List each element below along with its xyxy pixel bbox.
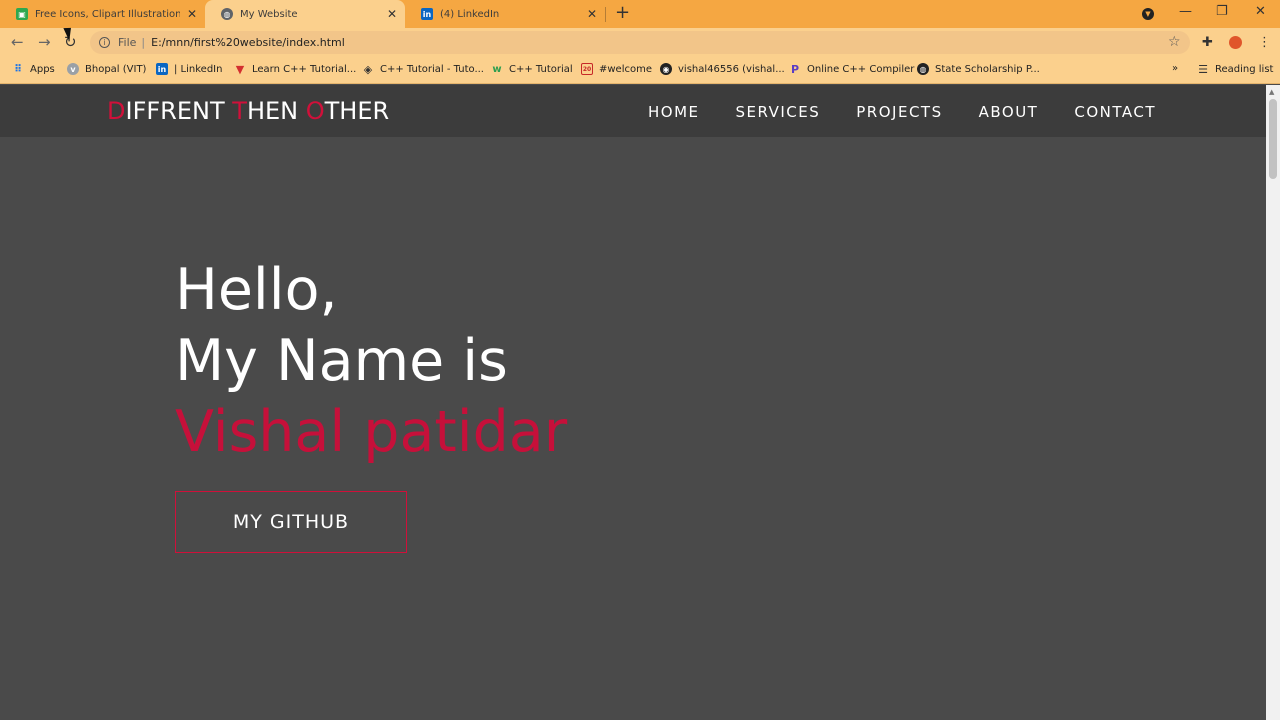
- vit-icon: v: [67, 63, 79, 75]
- scrollbar-thumb[interactable]: [1269, 99, 1277, 179]
- nav-link-services[interactable]: SERVICES: [736, 103, 821, 121]
- bookmark-cpp-tutorial[interactable]: w C++ Tutorial: [491, 63, 573, 75]
- bookmark-github[interactable]: ◉ vishal46556 (vishal...: [660, 63, 785, 75]
- bookmark-label: Bhopal (VIT): [85, 63, 147, 75]
- logo-text: HEN: [246, 97, 306, 125]
- site-navbar: DIFFRENT THEN OTHER HOME SERVICES PROJEC…: [0, 85, 1266, 137]
- bookmark-label: Learn C++ Tutorial...: [252, 63, 357, 75]
- info-icon[interactable]: i: [99, 37, 110, 48]
- hero-section: Hello, My Name is Vishal patidar: [175, 255, 567, 468]
- tab-separator: [605, 7, 606, 22]
- tab-free-icons[interactable]: ▣ Free Icons, Clipart Illustrations, Ph …: [0, 0, 205, 28]
- bookmark-linkedin[interactable]: in | LinkedIn: [156, 63, 222, 75]
- bookmark-apps[interactable]: ⠿ Apps: [12, 63, 55, 75]
- green-square-icon: ▣: [16, 8, 28, 20]
- address-bar[interactable]: i File | E:/mnn/first%20website/index.ht…: [90, 31, 1190, 54]
- w3-icon: w: [492, 63, 502, 75]
- bookmark-bhopal-vit[interactable]: v Bhopal (VIT): [67, 63, 146, 75]
- reading-list-button[interactable]: ☰ Reading list: [1197, 62, 1274, 76]
- address-scheme: File: [118, 36, 137, 49]
- tab-title: (4) LinkedIn: [440, 8, 500, 20]
- scroll-up-arrow-icon[interactable]: ▲: [1269, 88, 1274, 96]
- reading-list-icon: ☰: [1198, 62, 1208, 76]
- restore-button[interactable]: ❐: [1216, 4, 1228, 19]
- bookmark-label: C++ Tutorial: [509, 63, 573, 75]
- nav-link-contact[interactable]: CONTACT: [1074, 103, 1156, 121]
- globe-icon: ◍: [221, 8, 233, 20]
- globe-icon: ◍: [917, 63, 929, 75]
- close-icon[interactable]: ✕: [387, 7, 397, 21]
- forward-arrow-icon[interactable]: →: [38, 33, 51, 51]
- tab-linkedin[interactable]: in (4) LinkedIn ✕: [405, 0, 605, 28]
- logo-text: IFFRENT: [125, 97, 233, 125]
- diamond-icon: ◈: [363, 62, 373, 76]
- logo-letter: T: [232, 97, 247, 125]
- logo-letter: D: [107, 97, 126, 125]
- bookmarks-bar: ⠿ Apps v Bhopal (VIT) in | LinkedIn ▼ Le…: [0, 57, 1280, 84]
- bookmark-star-icon[interactable]: ☆: [1168, 34, 1181, 50]
- bookmarks-overflow-button[interactable]: »: [1172, 63, 1178, 74]
- github-button[interactable]: MY GITHUB: [175, 491, 407, 553]
- apps-grid-icon: ⠿: [14, 63, 22, 75]
- hero-name: Vishal patidar: [175, 399, 568, 465]
- logo-text: THER: [324, 97, 390, 125]
- linkedin-icon: in: [421, 8, 433, 20]
- back-arrow-icon[interactable]: ←: [11, 33, 24, 51]
- bookmark-label: Apps: [30, 63, 55, 75]
- bookmark-label: Online C++ Compiler: [807, 63, 915, 75]
- bookmark-learn-cpp[interactable]: ▼ Learn C++ Tutorial...: [234, 62, 357, 76]
- webpage: DIFFRENT THEN OTHER HOME SERVICES PROJEC…: [0, 85, 1266, 720]
- address-divider: |: [141, 36, 146, 49]
- bookmark-label: State Scholarship P...: [935, 63, 1040, 75]
- nav-link-about[interactable]: ABOUT: [979, 103, 1039, 121]
- tab-my-website[interactable]: ◍ My Website ✕: [205, 0, 405, 28]
- bookmark-label: | LinkedIn: [174, 63, 223, 75]
- tab-title: Free Icons, Clipart Illustrations, Ph: [35, 8, 180, 20]
- p-logo-icon: P: [790, 62, 800, 76]
- hero-greeting: Hello,: [175, 257, 338, 323]
- tab-strip: ▣ Free Icons, Clipart Illustrations, Ph …: [0, 0, 1280, 28]
- bookmark-online-compiler[interactable]: P Online C++ Compiler: [789, 62, 915, 76]
- new-tab-button[interactable]: +: [615, 4, 630, 22]
- close-window-button[interactable]: ✕: [1255, 4, 1266, 19]
- bookmark-welcome[interactable]: 20 #welcome: [581, 63, 652, 75]
- extension-avatar-icon[interactable]: [1229, 36, 1242, 49]
- site-menu: HOME SERVICES PROJECTS ABOUT CONTACT: [612, 103, 1156, 121]
- v-logo-icon: ▼: [235, 62, 245, 76]
- reading-list-label: Reading list: [1215, 63, 1274, 75]
- calendar-icon: 20: [581, 63, 593, 75]
- bookmark-label: #welcome: [599, 63, 652, 75]
- linkedin-icon: in: [156, 63, 168, 75]
- site-logo[interactable]: DIFFRENT THEN OTHER: [107, 97, 389, 125]
- bookmark-label: vishal46556 (vishal...: [678, 63, 785, 75]
- github-icon: ◉: [660, 63, 672, 75]
- bookmark-state-scholarship[interactable]: ◍ State Scholarship P...: [917, 63, 1040, 75]
- close-icon[interactable]: ✕: [187, 7, 197, 21]
- minimize-button[interactable]: —: [1179, 4, 1192, 19]
- close-icon[interactable]: ✕: [587, 7, 597, 21]
- browser-toolbar: ← → ↻ i File | E:/mnn/first%20website/in…: [0, 28, 1280, 57]
- overflow-chevron-icon: »: [1172, 63, 1179, 74]
- kebab-menu-icon[interactable]: ⋮: [1258, 35, 1271, 50]
- bookmark-label: C++ Tutorial - Tuto...: [380, 63, 484, 75]
- profile-menu-icon[interactable]: ▼: [1142, 8, 1154, 20]
- extensions-puzzle-icon[interactable]: ✚: [1202, 35, 1213, 50]
- bookmark-cpp-tutorial-tuto[interactable]: ◈ C++ Tutorial - Tuto...: [362, 62, 484, 76]
- logo-letter: O: [305, 97, 325, 125]
- page-scrollbar[interactable]: ▲: [1266, 85, 1280, 720]
- hero-intro: My Name is: [175, 328, 508, 394]
- nav-link-home[interactable]: HOME: [648, 103, 700, 121]
- address-url: E:/mnn/first%20website/index.html: [151, 36, 345, 49]
- nav-link-projects[interactable]: PROJECTS: [856, 103, 942, 121]
- tab-title: My Website: [240, 8, 298, 20]
